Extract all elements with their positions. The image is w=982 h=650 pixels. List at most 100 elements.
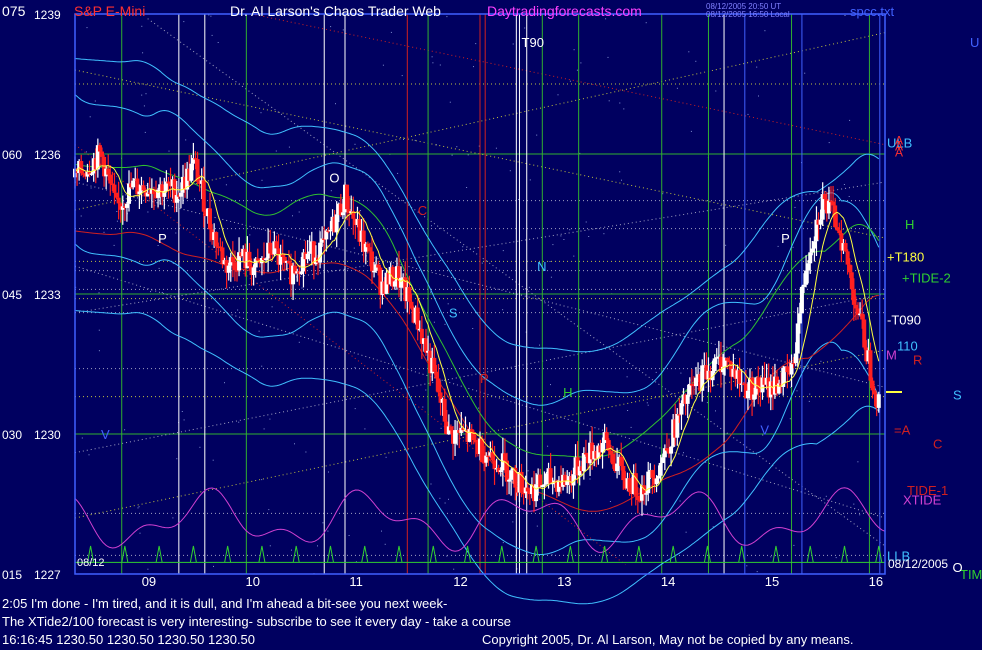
price-bar-body [178, 192, 183, 197]
star-dot [397, 172, 399, 174]
price-bar-body [124, 203, 129, 208]
price-bar-body [619, 456, 624, 466]
star-dot [168, 150, 170, 152]
price-bar-body [853, 304, 858, 309]
price-bar-body [615, 463, 620, 472]
star-dot [536, 525, 538, 527]
chart-annotation: V [760, 422, 769, 437]
price-bar-body [565, 480, 570, 485]
price-bar-body [635, 495, 640, 501]
star-dot [679, 500, 681, 502]
x-tick-label: 16 [869, 574, 883, 589]
price-bar-body [432, 357, 437, 372]
price-bar-body [870, 380, 875, 391]
price-bar-body [608, 450, 613, 455]
price-bar-body [436, 378, 441, 393]
star-dot [194, 198, 196, 200]
price-bar-body [274, 241, 279, 249]
star-dot [619, 102, 621, 104]
level-label: R [913, 352, 922, 367]
star-dot [557, 94, 559, 96]
price-bar-body [79, 160, 84, 174]
price-bar-body [255, 258, 260, 261]
star-dot [161, 292, 163, 293]
star-dot [835, 557, 837, 559]
price-bar-body [789, 362, 794, 375]
star-dot [440, 260, 442, 261]
price-bar-body [131, 180, 136, 188]
y-tick-code: 015 [2, 568, 22, 582]
site-link[interactable]: Daytradingforecasts.com [487, 3, 642, 19]
y-tick-price: 1239 [34, 8, 61, 22]
price-bar-body [370, 251, 374, 272]
star-dot [327, 530, 329, 532]
star-dot [646, 402, 648, 404]
price-bar-body [480, 438, 485, 463]
price-bar-body [687, 383, 692, 395]
star-dot [390, 31, 392, 33]
star-dot [144, 131, 146, 133]
star-dot [291, 549, 292, 551]
star-dot [431, 225, 432, 227]
star-dot [502, 542, 504, 544]
price-bar-body [725, 358, 730, 361]
star-dot [849, 119, 851, 121]
star-dot [385, 456, 387, 458]
star-dot [364, 428, 366, 430]
level-label: C [933, 436, 942, 451]
price-bar-body [847, 264, 852, 273]
star-dot [448, 498, 449, 500]
star-dot [181, 411, 183, 412]
price-bar-body [868, 350, 873, 381]
price-bar-body [507, 479, 512, 482]
star-dot [844, 15, 846, 16]
y-top-code: 075 [2, 3, 26, 19]
star-dot [141, 25, 143, 27]
star-dot [715, 410, 716, 412]
star-dot [789, 418, 791, 420]
copyright-notice: Copyright 2005, Dr. Al Larson, May not b… [482, 632, 854, 647]
star-dot [384, 543, 386, 545]
x-tick-label: 12 [453, 574, 467, 589]
star-dot [98, 350, 100, 352]
star-dot [524, 27, 526, 29]
star-dot [472, 328, 474, 329]
star-dot [444, 502, 446, 504]
star-dot [725, 244, 727, 246]
star-dot [271, 306, 273, 308]
star-dot [145, 93, 147, 95]
y-tick-price: 1230 [34, 428, 61, 442]
price-bar-body [843, 243, 848, 252]
price-bar-body [372, 270, 377, 273]
star-dot [354, 143, 356, 145]
price-bar-body [785, 366, 790, 373]
price-bar-body [835, 227, 840, 231]
price-bar-body [797, 313, 802, 324]
chart-title: Dr. Al Larson's Chaos Trader Web [230, 3, 441, 19]
star-dot [249, 234, 251, 236]
star-dot [342, 29, 344, 31]
star-dot [88, 454, 90, 456]
price-bar-body [826, 200, 831, 214]
star-dot [560, 235, 562, 237]
star-dot [81, 437, 83, 439]
price-bar-body [376, 264, 381, 268]
star-dot [317, 545, 318, 547]
star-dot [715, 90, 717, 92]
level-label: S [953, 387, 962, 402]
star-dot [322, 522, 324, 524]
price-bar-body [407, 287, 412, 302]
level-label: -T090 [887, 313, 921, 328]
chart-annotation: N [537, 259, 546, 274]
price-bar-body [621, 465, 626, 481]
level-label: H [905, 217, 914, 232]
star-dot [552, 244, 554, 246]
star-dot [527, 470, 529, 472]
price-bar-body [837, 230, 842, 234]
star-dot [211, 34, 213, 36]
star-dot [796, 390, 798, 392]
star-dot [225, 184, 227, 186]
price-bar-body [810, 248, 815, 253]
star-dot [655, 371, 657, 373]
star-dot [623, 108, 625, 110]
